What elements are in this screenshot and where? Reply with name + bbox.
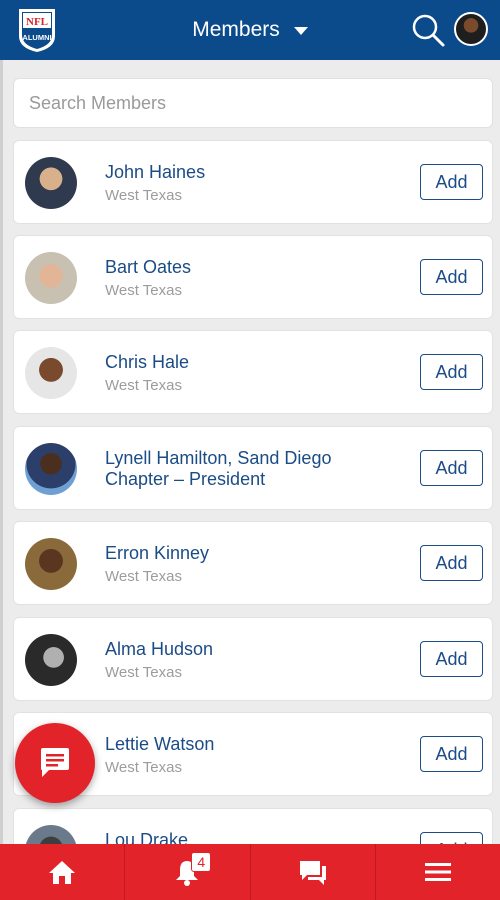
message-icon: [41, 748, 69, 777]
member-card[interactable]: Chris Hale West Texas Add: [13, 330, 493, 414]
member-avatar: [25, 347, 77, 399]
nfl-alumni-logo[interactable]: NFL ALUMNI: [16, 6, 58, 54]
logo-text-bottom: ALUMNI: [22, 33, 51, 42]
member-avatar: [25, 443, 77, 495]
add-member-button[interactable]: Add: [420, 259, 483, 295]
member-name: Chris Hale: [105, 352, 190, 372]
bottom-nav: 4: [0, 844, 500, 900]
member-name: Alma Hudson: [105, 639, 214, 659]
page-title: Members: [192, 18, 280, 41]
nav-messages[interactable]: [251, 844, 376, 900]
app-header: NFL ALUMNI Members: [0, 0, 500, 60]
member-avatar: [25, 825, 77, 844]
member-name: Lou Drake: [105, 830, 189, 844]
member-location: West Texas: [105, 377, 182, 394]
add-member-button[interactable]: Add: [420, 832, 483, 844]
caret-down-icon: [293, 27, 308, 35]
member-location: West Texas: [105, 664, 182, 681]
member-name: Bart Oates: [105, 257, 192, 277]
member-location: West Texas: [105, 187, 182, 204]
add-member-button[interactable]: Add: [420, 354, 483, 390]
member-location: West Texas: [105, 282, 182, 299]
add-member-button[interactable]: Add: [420, 545, 483, 581]
member-card[interactable]: Erron Kinney West Texas Add: [13, 521, 493, 605]
chat-icon: [299, 861, 326, 885]
nav-menu[interactable]: [376, 844, 500, 900]
members-list-view[interactable]: John Haines West Texas Add Bart Oates We…: [0, 60, 500, 844]
member-avatar: [25, 634, 77, 686]
member-card[interactable]: Alma Hudson West Texas Add: [13, 617, 493, 701]
notification-badge: 4: [191, 852, 212, 872]
add-member-button[interactable]: Add: [420, 641, 483, 677]
profile-avatar[interactable]: [454, 12, 488, 46]
search-members-input[interactable]: [13, 78, 493, 128]
member-card[interactable]: Bart Oates West Texas Add: [13, 235, 493, 319]
nav-notifications[interactable]: 4: [125, 844, 251, 900]
member-name: Erron Kinney: [105, 543, 210, 563]
member-avatar: [25, 252, 77, 304]
add-member-button[interactable]: Add: [420, 736, 483, 772]
add-member-button[interactable]: Add: [420, 164, 483, 200]
member-card[interactable]: Lou Drake Add: [13, 808, 493, 844]
logo-text-top: NFL: [26, 16, 48, 28]
compose-message-button[interactable]: [15, 723, 95, 803]
search-icon[interactable]: [410, 12, 446, 48]
member-location: West Texas: [105, 568, 182, 585]
home-icon: [49, 861, 76, 884]
menu-icon: [424, 863, 451, 881]
member-card[interactable]: John Haines West Texas Add: [13, 140, 493, 224]
nav-home[interactable]: [0, 844, 126, 900]
member-avatar: [25, 538, 77, 590]
member-avatar: [25, 157, 77, 209]
member-location: West Texas: [105, 759, 182, 776]
member-card[interactable]: Lynell Hamilton, Sand Diego Chapter – Pr…: [13, 426, 493, 510]
member-name: Lynell Hamilton, Sand Diego Chapter – Pr…: [105, 448, 332, 489]
members-dropdown[interactable]: Members: [192, 18, 308, 42]
member-name: John Haines: [105, 162, 206, 182]
member-name: Lettie Watson: [105, 734, 215, 754]
add-member-button[interactable]: Add: [420, 450, 483, 486]
